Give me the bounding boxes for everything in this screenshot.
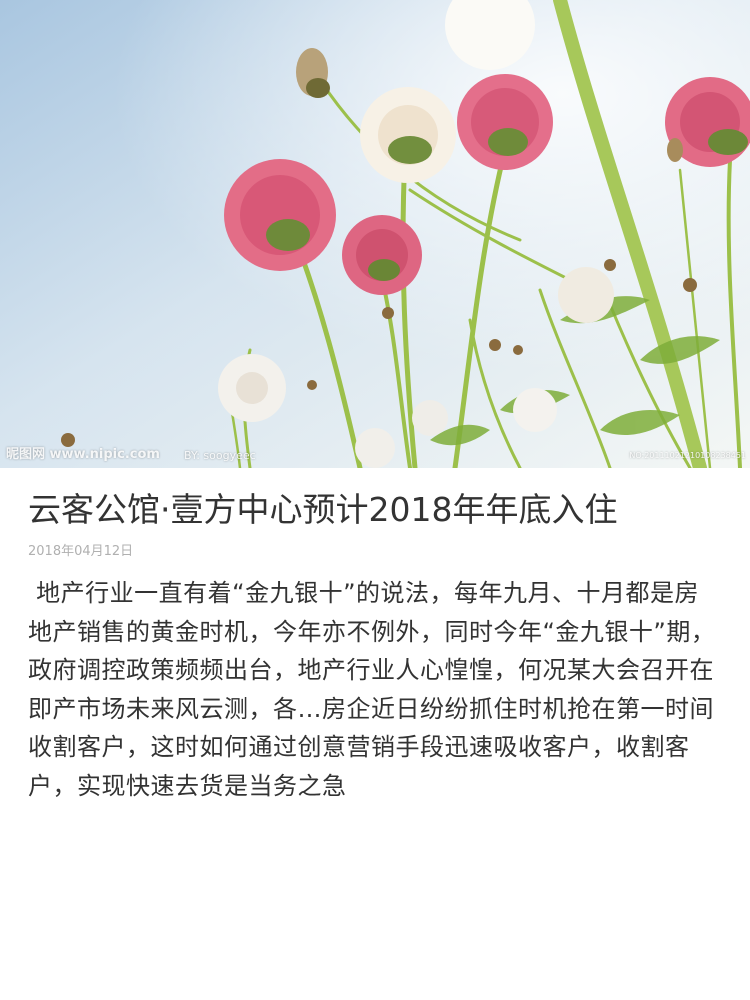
watermark-number: NO:20111021210108238451: [629, 451, 746, 460]
article-body: 地产行业一直有着“金九银十”的说法，每年九月、十月都是房地产销售的黄金时机，今年…: [28, 579, 716, 800]
article-title: 云客公馆·壹方中心预计2018年年底入住: [28, 490, 618, 529]
watermark-site: 昵图网 www.nipic.com: [6, 447, 160, 462]
flower-photo: [0, 0, 750, 468]
article-date: 2018年04月12日: [28, 544, 134, 559]
watermark-author: BY: soogyeec: [184, 449, 256, 462]
hero-image: 昵图网 www.nipic.com BY: soogyeec NO:201110…: [0, 0, 750, 468]
article: 云客公馆·壹方中心预计2018年年底入住 2018年04月12日 地产行业一直有…: [0, 488, 750, 805]
